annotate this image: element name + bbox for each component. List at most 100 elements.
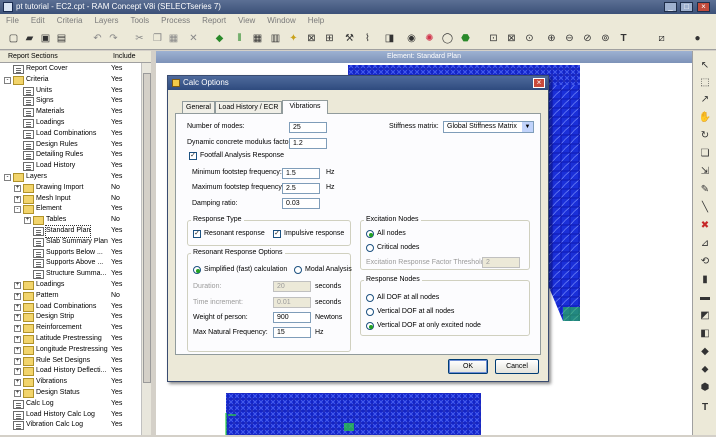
max-freq-input[interactable]: 2.5	[282, 183, 320, 194]
menu-window[interactable]: Window	[261, 14, 301, 25]
report-tree-row[interactable]: Structure Summa... Yes	[0, 269, 140, 280]
expand-icon[interactable]: +	[14, 195, 21, 203]
weight-input[interactable]: 900	[273, 312, 311, 323]
expand-icon[interactable]: +	[14, 379, 21, 387]
select-box-icon[interactable]: ⬚	[698, 76, 712, 89]
report-tree-row[interactable]: + Longitude Prestressing Yes	[0, 345, 140, 356]
menu-help[interactable]: Help	[302, 14, 330, 25]
rotate-icon[interactable]: ↻	[698, 129, 712, 142]
report-tree-row[interactable]: Load History Calc Log Yes	[0, 410, 140, 421]
report-tree-include[interactable]: Yes	[111, 334, 122, 345]
open-folder-icon[interactable]: ▰	[22, 32, 37, 46]
zoom-next-icon[interactable]: ⊚	[598, 32, 613, 46]
print-icon[interactable]: ▤	[54, 32, 69, 46]
text-icon[interactable]: T	[616, 32, 631, 46]
paste-icon[interactable]: ▦	[166, 32, 181, 46]
expand-icon[interactable]: +	[14, 282, 21, 289]
report-tree-include[interactable]: Yes	[111, 323, 122, 334]
expand-icon[interactable]: +	[24, 217, 31, 225]
line-load-icon[interactable]: ⬥	[698, 363, 712, 376]
hand-icon[interactable]: ✋	[698, 111, 712, 124]
delete-icon[interactable]: ✕	[186, 32, 201, 46]
report-tree-include[interactable]: Yes	[111, 107, 122, 118]
concrete-modulus-input[interactable]: 1.2	[289, 138, 327, 149]
report-tree-row[interactable]: + Drawing Import No	[0, 183, 140, 194]
report-tree-row[interactable]: + Rule Set Designs Yes	[0, 356, 140, 367]
report-tree-row[interactable]: + Design Strip Yes	[0, 312, 140, 323]
report-tree-row[interactable]: Units Yes	[0, 86, 140, 97]
report-tree-include[interactable]: No	[111, 183, 120, 194]
expand-icon[interactable]: +	[14, 292, 21, 300]
tab-vibrations[interactable]: Vibrations	[282, 100, 328, 114]
stiffness-matrix-select[interactable]: Global Stiffness Matrix ▼	[443, 121, 534, 133]
point-load-icon[interactable]: ◆	[698, 345, 712, 358]
expand-icon[interactable]: +	[14, 390, 21, 397]
report-tree-include[interactable]: Yes	[111, 96, 122, 107]
cancel-button[interactable]: Cancel	[495, 359, 539, 374]
undo-icon[interactable]: ↶	[90, 32, 105, 46]
report-tree-row[interactable]: Design Rules Yes	[0, 140, 140, 151]
tendon-icon[interactable]: ✦	[286, 32, 301, 46]
plan-view-icon[interactable]: ⫴	[232, 32, 247, 46]
duration-input[interactable]: 20	[273, 281, 311, 292]
grid-icon[interactable]: ▦	[250, 32, 265, 46]
copy-icon[interactable]: ❐	[150, 32, 165, 46]
report-tree-include[interactable]: Yes	[111, 86, 122, 97]
report-tree-include[interactable]: Yes	[111, 377, 122, 388]
collapse-icon[interactable]: -	[14, 206, 21, 214]
zoom-fit-icon[interactable]: ⊡	[486, 32, 501, 46]
collapse-icon[interactable]: -	[4, 76, 11, 84]
edit-tool-icon[interactable]: ✎	[698, 183, 712, 196]
report-tree-row[interactable]: Signs Yes	[0, 96, 140, 107]
simplified-radio[interactable]	[193, 266, 201, 274]
column-icon[interactable]: ▮	[698, 273, 712, 286]
expand-icon[interactable]: +	[14, 184, 21, 192]
save-icon[interactable]: ▣	[38, 32, 53, 46]
scroll-thumb[interactable]	[143, 73, 151, 383]
beam-icon[interactable]: ◧	[698, 327, 712, 340]
impulsive-response-checkbox[interactable]: ✓	[273, 230, 281, 238]
report-tree-include[interactable]: Yes	[111, 172, 122, 183]
expand-icon[interactable]: +	[14, 357, 21, 365]
report-tree-row[interactable]: + Latitude Prestressing Yes	[0, 334, 140, 345]
menu-edit[interactable]: Edit	[25, 14, 51, 25]
scale-icon[interactable]: ⧄	[654, 32, 669, 46]
damping-input[interactable]: 0.03	[282, 198, 320, 209]
report-tree-row[interactable]: Supports Above ... Yes	[0, 258, 140, 269]
line-tool-icon[interactable]: ╲	[698, 201, 712, 214]
wall-tool-icon[interactable]: ◨	[382, 32, 397, 46]
report-tree-row[interactable]: Report Cover Yes	[0, 64, 140, 75]
report-tree-row[interactable]: + Tables No	[0, 215, 140, 226]
zoom-out-icon[interactable]: ⊖	[562, 32, 577, 46]
report-tree-row[interactable]: + Pattern No	[0, 291, 140, 302]
report-tree-include[interactable]: Yes	[111, 237, 122, 248]
footfall-checkbox[interactable]: ✓	[189, 152, 197, 160]
report-tree-row[interactable]: Detailing Rules Yes	[0, 150, 140, 161]
report-tree-row[interactable]: - Layers Yes	[0, 172, 140, 183]
vertical-excited-radio[interactable]	[366, 322, 374, 330]
report-tree-row[interactable]: Loadings Yes	[0, 118, 140, 129]
beam-tool-icon[interactable]: ⌇	[360, 32, 375, 46]
report-tree-row[interactable]: + Design Status Yes	[0, 388, 140, 399]
zoom-prev-icon[interactable]: ⊘	[580, 32, 595, 46]
time-increment-input[interactable]: 0.01	[273, 297, 311, 308]
all-nodes-radio[interactable]	[366, 230, 374, 238]
collapse-icon[interactable]: -	[4, 174, 11, 181]
report-tree-row[interactable]: + Load History Deflecti... Yes	[0, 366, 140, 377]
report-tree-row[interactable]: + Reinforcement Yes	[0, 323, 140, 334]
menu-view[interactable]: View	[232, 14, 261, 25]
number-of-modes-input[interactable]: 25	[289, 122, 327, 133]
menu-file[interactable]: File	[0, 14, 25, 25]
report-tree-include[interactable]: Yes	[111, 410, 122, 421]
zoom-all-icon[interactable]: ⊠	[504, 32, 519, 46]
wall-icon[interactable]: ▬	[698, 291, 712, 304]
camera-icon[interactable]: ◉	[404, 32, 419, 46]
report-tree-include[interactable]: Yes	[111, 420, 122, 431]
arrow-icon[interactable]: ↗	[698, 93, 712, 106]
redo-icon[interactable]: ↷	[106, 32, 121, 46]
expand-icon[interactable]: +	[14, 325, 21, 333]
report-tree-include[interactable]: Yes	[111, 258, 122, 269]
report-tree-include[interactable]: No	[111, 291, 120, 302]
move-icon[interactable]: ◆	[212, 32, 227, 46]
report-tree-include[interactable]: Yes	[111, 75, 122, 86]
